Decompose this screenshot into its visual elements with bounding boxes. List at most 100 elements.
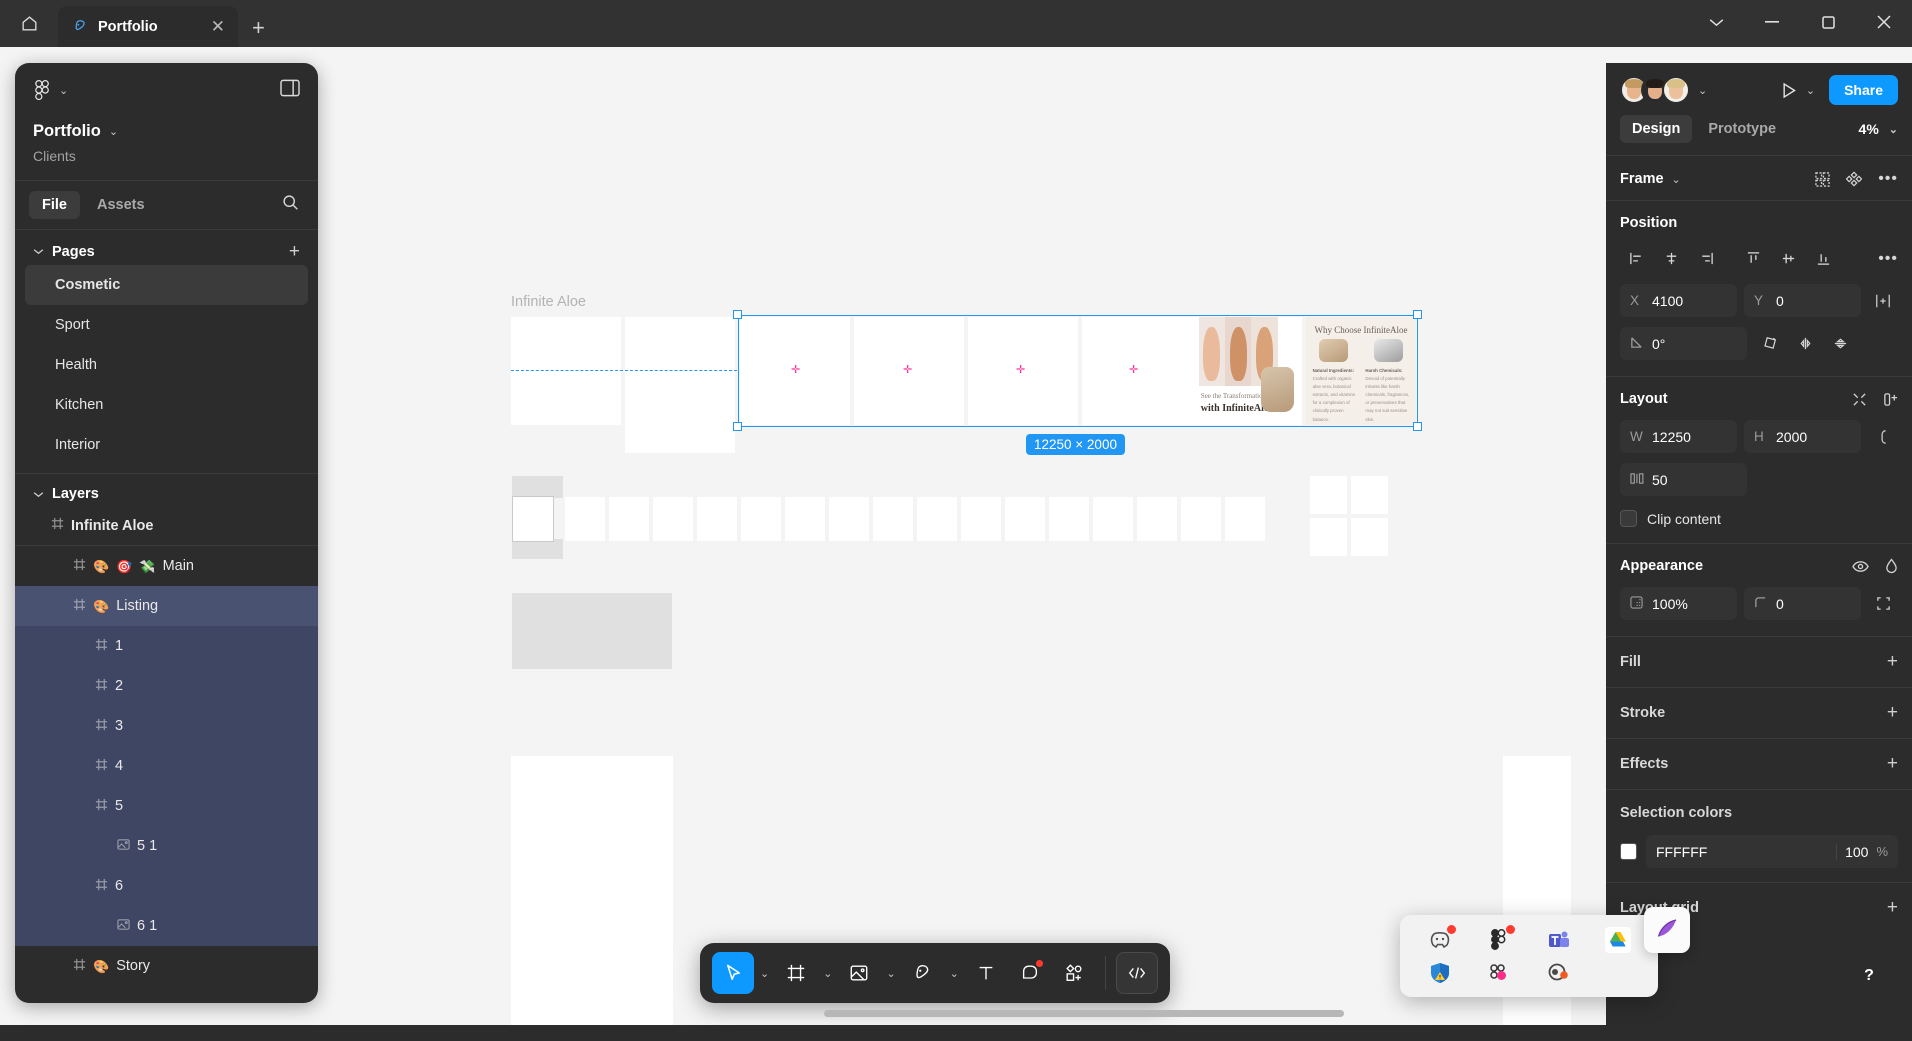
close-window-button[interactable] xyxy=(1856,3,1912,41)
canvas-frame-label[interactable]: Infinite Aloe xyxy=(511,294,586,310)
layer-row[interactable]: 🎨Listing xyxy=(15,586,318,626)
actions-tool-button[interactable] xyxy=(1053,952,1095,994)
rotate-button[interactable] xyxy=(1754,329,1787,358)
chevron-down-icon[interactable]: ⌄ xyxy=(1672,173,1681,186)
avatars-chevron-down-icon[interactable]: ⌄ xyxy=(1698,84,1707,97)
layer-row[interactable]: 4 xyxy=(15,746,318,786)
windows-defender-icon[interactable] xyxy=(1427,960,1453,986)
maximize-button[interactable] xyxy=(1800,3,1856,41)
visibility-button[interactable] xyxy=(1852,560,1869,573)
hex-color-field[interactable]: FFFFFF 100 % xyxy=(1646,835,1898,868)
tab-prototype[interactable]: Prototype xyxy=(1696,115,1788,143)
layer-row[interactable]: Infinite Aloe xyxy=(15,506,318,546)
image-tool-chevron-down-icon[interactable]: ⌄ xyxy=(882,967,899,980)
browser-tab-portfolio[interactable]: Portfolio ✕ xyxy=(58,6,238,47)
minimize-button[interactable] xyxy=(1744,3,1800,41)
page-item-interior[interactable]: Interior xyxy=(25,425,308,465)
align-vertical-center-button[interactable] xyxy=(1772,244,1805,273)
file-name-row[interactable]: Portfolio ⌄ xyxy=(33,122,300,141)
move-tool-button[interactable] xyxy=(712,952,754,994)
new-tab-button[interactable]: + xyxy=(252,17,265,39)
share-button[interactable]: Share xyxy=(1829,75,1898,105)
align-top-button[interactable] xyxy=(1737,244,1770,273)
layers-list[interactable]: Infinite Aloe🎨🎯💸Main🎨Listing123455 166 1… xyxy=(15,506,318,1003)
resize-handle-bottom-right[interactable] xyxy=(1413,422,1422,431)
canvas-thumbnail-transformation[interactable]: See the Transformation with InfiniteAloe… xyxy=(1192,317,1302,425)
corner-radius-field[interactable]: 0 xyxy=(1744,587,1861,620)
resize-handle-top-left[interactable] xyxy=(733,310,742,319)
clip-content-row[interactable]: Clip content xyxy=(1620,510,1898,527)
browser-menu-chevron[interactable] xyxy=(1688,3,1744,41)
more-options-icon[interactable]: ••• xyxy=(1878,170,1898,188)
canvas-horizontal-scrollbar[interactable] xyxy=(824,1010,1344,1017)
layer-row[interactable]: 6 xyxy=(15,866,318,906)
page-item-cosmetic[interactable]: Cosmetic xyxy=(25,265,308,305)
grid-view-icon[interactable] xyxy=(1815,172,1830,187)
add-auto-layout-button[interactable] xyxy=(1883,392,1898,407)
width-field[interactable]: W 12250 xyxy=(1620,420,1737,453)
layer-row[interactable]: 🎨Story xyxy=(15,946,318,986)
text-tool-button[interactable] xyxy=(965,952,1007,994)
frame-tool-button[interactable] xyxy=(775,952,817,994)
figma-icon[interactable] xyxy=(1486,927,1512,953)
clip-content-checkbox[interactable] xyxy=(1620,510,1637,527)
comment-tool-button[interactable] xyxy=(1009,952,1051,994)
image-tool-button[interactable] xyxy=(838,952,880,994)
feather-app-icon[interactable] xyxy=(1644,907,1690,953)
blend-mode-button[interactable] xyxy=(1885,558,1898,574)
search-button[interactable] xyxy=(277,189,304,221)
y-position-field[interactable]: Y 0 xyxy=(1744,284,1861,317)
close-tab-icon[interactable]: ✕ xyxy=(208,16,228,37)
layer-row[interactable]: 6 1 xyxy=(15,906,318,946)
color-swatch[interactable] xyxy=(1620,843,1637,860)
page-item-kitchen[interactable]: Kitchen xyxy=(25,385,308,425)
layer-row[interactable]: 5 1 xyxy=(15,826,318,866)
x-position-field[interactable]: X 4100 xyxy=(1620,284,1737,317)
layer-row[interactable]: 5 xyxy=(15,786,318,826)
home-button[interactable] xyxy=(0,0,58,47)
spacing-field[interactable]: 50 xyxy=(1620,463,1747,496)
layer-row[interactable]: 1 xyxy=(15,626,318,666)
add-effect-button[interactable]: + xyxy=(1887,753,1898,775)
toggle-panels-button[interactable] xyxy=(280,79,300,102)
rotation-field[interactable]: 0° xyxy=(1620,327,1747,360)
height-field[interactable]: H 2000 xyxy=(1744,420,1861,453)
avatar-group[interactable] xyxy=(1620,76,1690,104)
tab-assets[interactable]: Assets xyxy=(84,191,158,219)
resize-to-fit-button[interactable] xyxy=(1852,392,1867,407)
slack-icon[interactable] xyxy=(1486,960,1512,986)
tab-design[interactable]: Design xyxy=(1620,115,1692,143)
add-stroke-button[interactable]: + xyxy=(1887,702,1898,724)
add-fill-button[interactable]: + xyxy=(1887,651,1898,673)
canvas-thumbnail-why-choose[interactable]: Why Choose InfiniteAloe Natural Ingredie… xyxy=(1306,317,1416,425)
obs-studio-icon[interactable] xyxy=(1546,960,1572,986)
add-layout-grid-button[interactable]: + xyxy=(1887,897,1898,919)
absolute-position-button[interactable] xyxy=(1868,293,1898,309)
help-button[interactable]: ? xyxy=(1852,959,1886,993)
align-bottom-button[interactable] xyxy=(1807,244,1840,273)
pen-tool-chevron-down-icon[interactable]: ⌄ xyxy=(946,967,963,980)
figma-main-menu-button[interactable]: ⌄ xyxy=(33,80,68,102)
tab-file[interactable]: File xyxy=(29,191,80,219)
frame-tool-chevron-down-icon[interactable]: ⌄ xyxy=(819,967,836,980)
present-chevron-down-icon[interactable]: ⌄ xyxy=(1806,84,1815,97)
flip-horizontal-button[interactable] xyxy=(1789,329,1822,358)
layers-header[interactable]: Layers xyxy=(15,486,318,506)
align-right-button[interactable] xyxy=(1690,244,1723,273)
move-tool-chevron-down-icon[interactable]: ⌄ xyxy=(756,967,773,980)
pages-header[interactable]: Pages + xyxy=(15,242,318,265)
components-icon[interactable] xyxy=(1846,171,1862,187)
opacity-field[interactable]: 100% xyxy=(1620,587,1737,620)
flip-vertical-button[interactable] xyxy=(1824,329,1857,358)
individual-corners-button[interactable] xyxy=(1868,596,1898,611)
constrain-proportions-button[interactable] xyxy=(1868,429,1898,445)
google-drive-icon[interactable] xyxy=(1605,927,1631,953)
add-page-button[interactable]: + xyxy=(289,242,300,261)
layer-row[interactable]: 🎨🎯💸Main xyxy=(15,546,318,586)
avatar[interactable] xyxy=(1662,76,1690,104)
pen-tool-button[interactable] xyxy=(902,952,944,994)
discord-icon[interactable] xyxy=(1427,927,1453,953)
align-left-button[interactable] xyxy=(1620,244,1653,273)
microsoft-teams-icon[interactable] xyxy=(1546,927,1572,953)
layer-row[interactable]: 2 xyxy=(15,666,318,706)
